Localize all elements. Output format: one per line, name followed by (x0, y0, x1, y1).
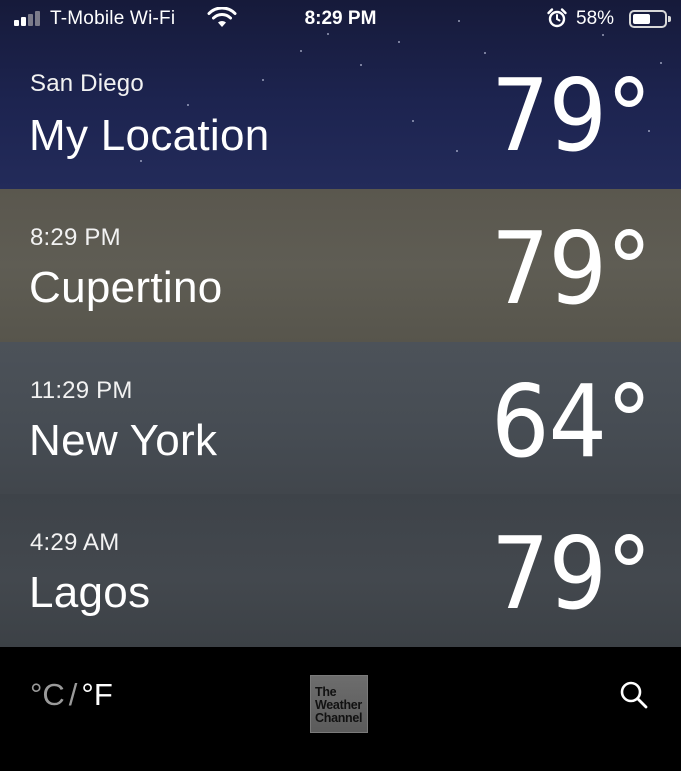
fahrenheit-option[interactable]: °F (81, 677, 112, 712)
city-subtitle: San Diego (30, 70, 144, 97)
city-row-cupertino[interactable]: 8:29 PM Cupertino 79° (0, 189, 681, 342)
city-temperature: 79° (490, 210, 652, 327)
bottom-toolbar: °C / °F The Weather Channel (0, 647, 681, 771)
search-icon[interactable] (618, 679, 650, 711)
celsius-option[interactable]: °C (30, 677, 65, 712)
alarm-icon (547, 8, 567, 28)
battery-nub (668, 16, 671, 22)
city-local-time: 8:29 PM (30, 224, 121, 251)
battery-icon (629, 10, 671, 28)
city-temperature: 79° (490, 515, 652, 632)
logo-line: Channel (315, 711, 363, 725)
city-local-time: 11:29 PM (30, 377, 133, 404)
unit-separator: / (68, 677, 78, 712)
city-name: My Location (29, 111, 270, 160)
status-bar: T-Mobile Wi-Fi 8:29 PM 58% (0, 0, 681, 38)
city-row-new-york[interactable]: 11:29 PM New York 64° (0, 342, 681, 494)
city-name: New York (29, 416, 218, 465)
weather-channel-logo[interactable]: The Weather Channel (310, 675, 368, 733)
battery-fill (633, 14, 651, 24)
weather-app-screen: San Diego My Location 79° 8:29 PM Cupert… (0, 0, 681, 771)
city-name: Lagos (29, 568, 151, 617)
city-temperature: 64° (490, 363, 652, 480)
unit-toggle-button[interactable]: °C / °F (30, 677, 113, 713)
city-row-lagos[interactable]: 4:29 AM Lagos 79° (0, 494, 681, 647)
city-temperature: 79° (490, 57, 652, 174)
city-local-time: 4:29 AM (30, 529, 120, 556)
battery-percent: 58% (576, 8, 615, 29)
city-name: Cupertino (29, 263, 223, 312)
city-list: San Diego My Location 79° 8:29 PM Cupert… (0, 0, 681, 647)
